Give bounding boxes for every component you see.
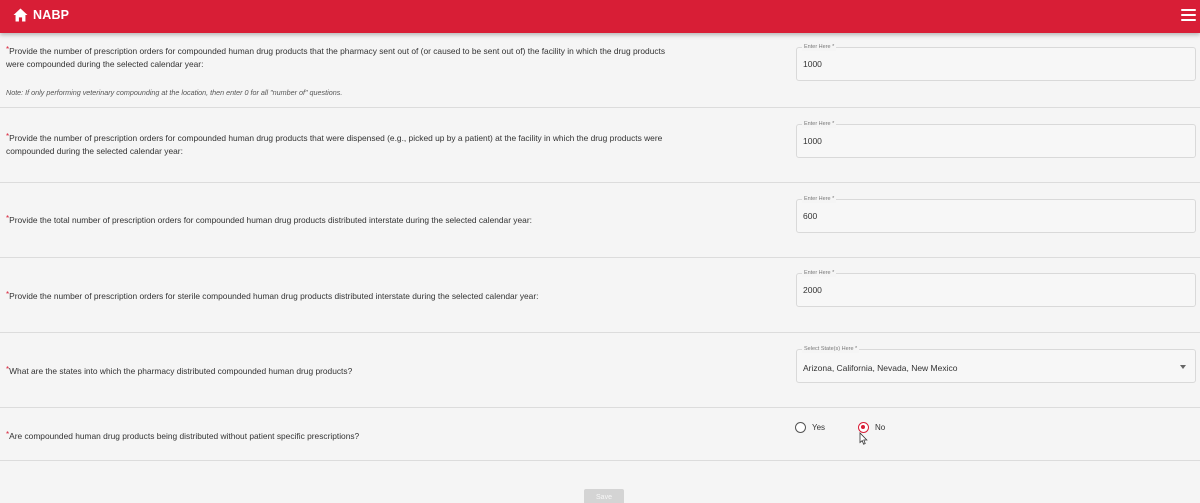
field-label: Select State(s) Here * <box>802 345 860 353</box>
required-asterisk: * <box>6 365 10 374</box>
number-input[interactable] <box>803 136 1183 146</box>
question-text: *Provide the total number of prescriptio… <box>6 214 532 225</box>
radio-yes[interactable]: Yes <box>795 422 825 433</box>
question-text: *Provide the number of prescription orde… <box>6 132 663 156</box>
number-input[interactable] <box>803 285 1183 295</box>
number-field[interactable]: Enter Here * <box>796 120 1196 158</box>
field-label: Enter Here * <box>802 43 837 51</box>
number-input[interactable] <box>803 211 1183 221</box>
note-text: Note: If only performing veterinary comp… <box>6 88 343 97</box>
question-row: *Provide the number of prescription orde… <box>0 108 1200 183</box>
required-asterisk: * <box>6 45 10 54</box>
brand-home-link[interactable]: NABP <box>13 8 69 22</box>
top-app-bar: NABP <box>0 0 1200 33</box>
number-field[interactable]: Enter Here * <box>796 269 1196 307</box>
hamburger-menu-icon[interactable] <box>1181 9 1196 21</box>
question-row: *What are the states into which the phar… <box>0 333 1200 408</box>
radio-label: Yes <box>812 423 826 432</box>
number-field[interactable]: Enter Here * <box>796 195 1196 233</box>
required-asterisk: * <box>6 132 10 141</box>
question-text: *Provide the number of prescription orde… <box>6 290 539 301</box>
question-row: *Provide the total number of prescriptio… <box>0 183 1200 258</box>
mouse-pointer-icon <box>859 432 868 445</box>
number-field[interactable]: Enter Here * <box>796 43 1196 81</box>
required-asterisk: * <box>6 430 10 439</box>
question-row: *Provide the number of prescription orde… <box>0 258 1200 333</box>
question-text: *What are the states into which the phar… <box>6 365 353 376</box>
save-button[interactable]: Save <box>584 489 624 503</box>
question-row: *Are compounded human drug products bein… <box>0 408 1200 461</box>
field-label: Enter Here * <box>802 120 837 128</box>
question-text: *Are compounded human drug products bein… <box>6 430 360 441</box>
question-text: *Provide the number of prescription orde… <box>6 45 666 69</box>
number-input[interactable] <box>803 59 1183 69</box>
radio-unchecked-icon[interactable] <box>795 422 806 433</box>
field-label: Enter Here * <box>802 269 837 277</box>
question-row: *Provide the number of prescription orde… <box>0 33 1200 108</box>
brand-name: NABP <box>33 8 70 22</box>
dropdown-arrow-icon[interactable] <box>1180 365 1186 369</box>
required-asterisk: * <box>6 290 10 299</box>
field-label: Enter Here * <box>802 195 837 203</box>
home-icon <box>13 8 28 22</box>
required-asterisk: * <box>6 214 10 223</box>
states-select[interactable]: Select State(s) Here * Arizona, Californ… <box>796 345 1196 383</box>
selected-states: Arizona, California, Nevada, New Mexico <box>803 363 958 373</box>
radio-label: No <box>875 423 886 432</box>
